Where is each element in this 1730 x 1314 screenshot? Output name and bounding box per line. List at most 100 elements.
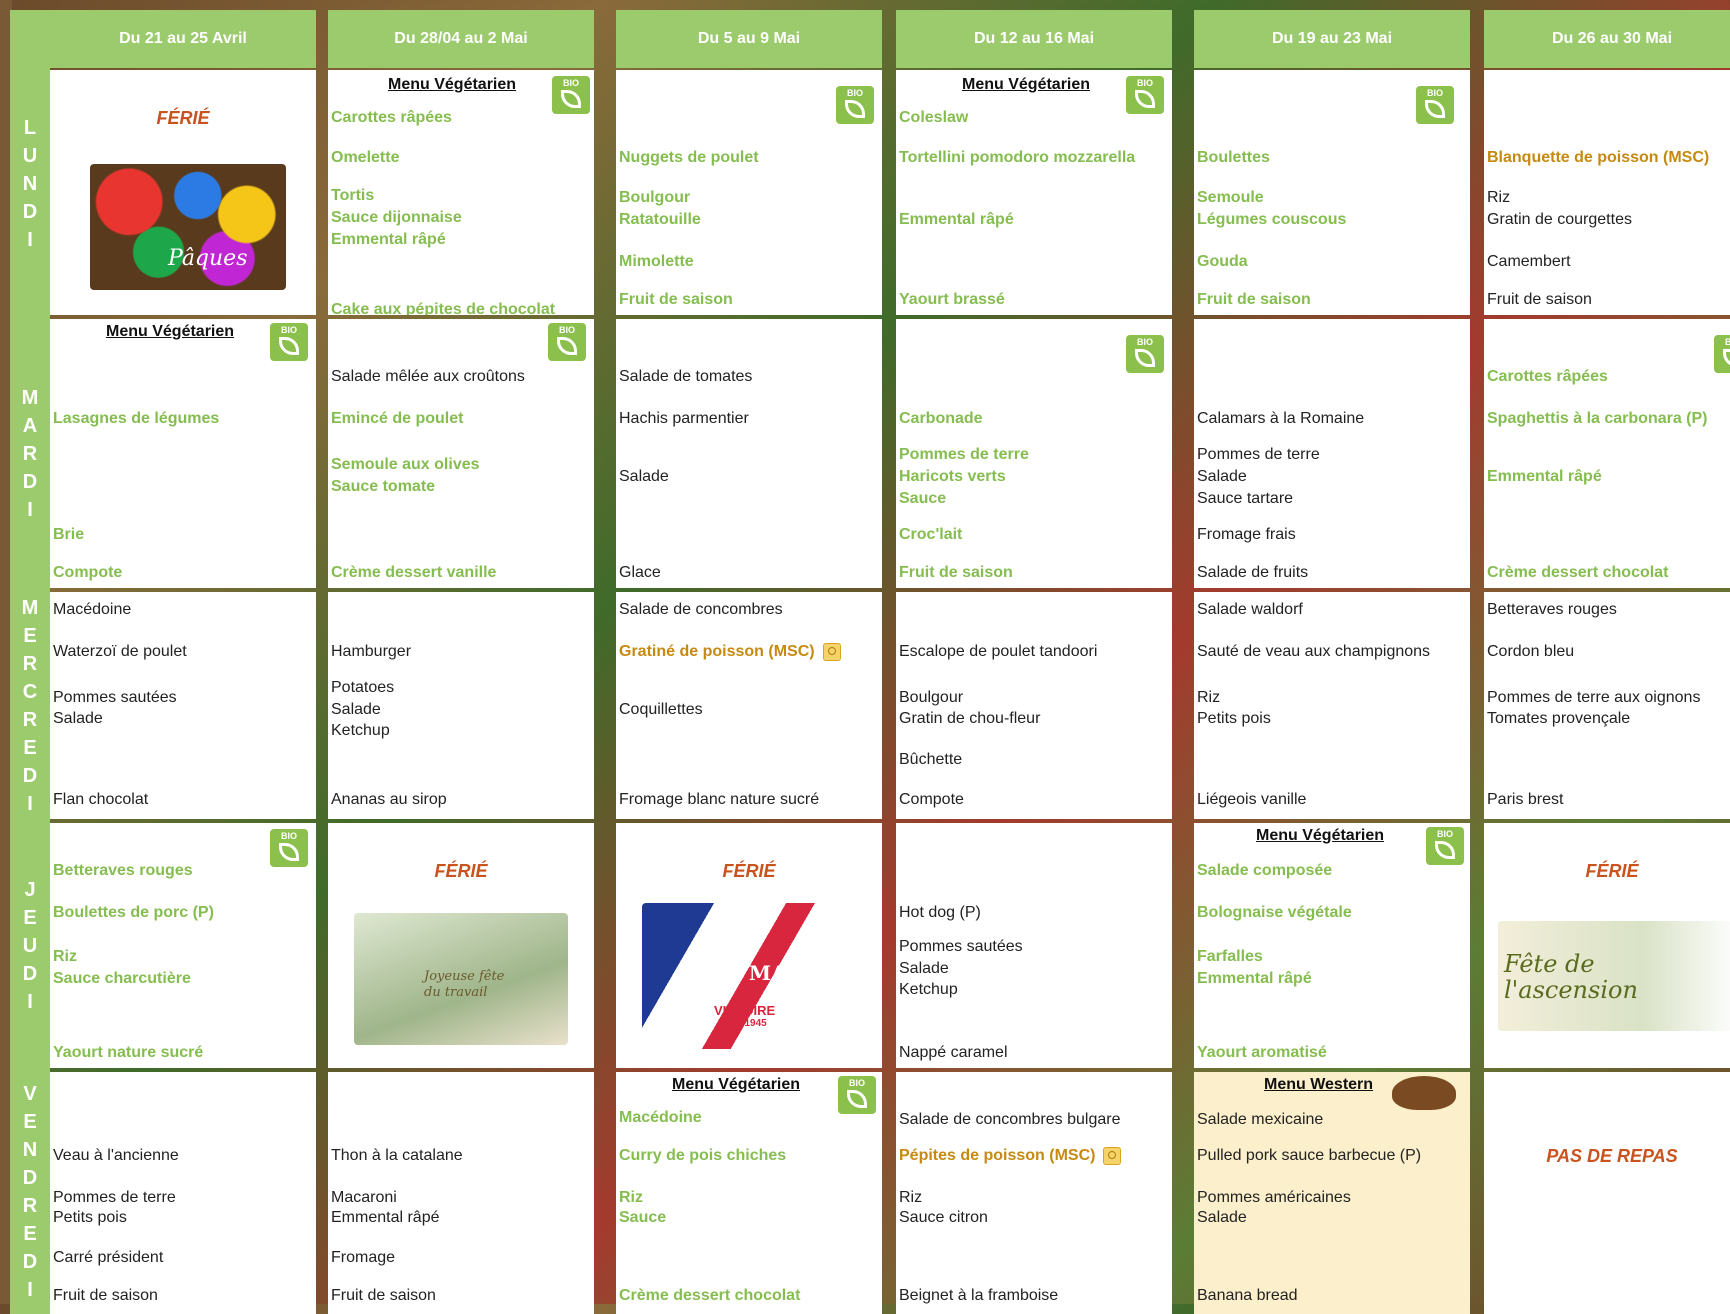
menu-item: Salade mexicaine [1197, 1111, 1324, 1128]
menu-item: Salade de tomates [619, 368, 753, 385]
cell-mercredi-w1: Macédoine Waterzoï de poulet Pommes saut… [50, 592, 316, 819]
muguet-label: Joyeuse fête du travail [424, 969, 505, 1000]
paques-label: Pâques [168, 246, 248, 271]
menu-vegetarien-title: Menu Végétarien [962, 76, 1091, 93]
menu-item: Emmental râpé [1487, 468, 1602, 485]
menu-item: Pommes sautées [899, 938, 1023, 955]
victoire-date: 8 MAI [728, 961, 796, 985]
menu-item: Fruit de saison [899, 564, 1013, 581]
menu-item: Fromage blanc nature sucré [619, 791, 820, 808]
menu-item: Salade [53, 710, 103, 727]
menu-item: Salade [1197, 468, 1247, 485]
cell-mardi-w6: BIO Carottes râpées Spaghettis à la carb… [1484, 319, 1730, 588]
menu-item: Thon à la catalane [331, 1147, 463, 1164]
menu-vegetarien-title: Menu Végétarien [106, 323, 235, 340]
menu-item: Gratin de courgettes [1487, 211, 1632, 228]
menu-item-label: Pépites de poisson (MSC) [899, 1147, 1096, 1164]
bio-icon: BIO [1426, 827, 1464, 865]
menu-item: Carottes râpées [331, 109, 452, 126]
week-header-6: Du 26 au 30 Mai [1484, 10, 1730, 68]
menu-item: Nappé caramel [899, 1044, 1008, 1061]
cell-jeudi-w6: FÉRIÉ Fête de l'ascension [1484, 823, 1730, 1068]
menu-item: Salade de concombres bulgare [899, 1111, 1121, 1128]
menu-item: Semoule [1197, 189, 1264, 206]
menu-item: Salade composée [1197, 862, 1333, 879]
menu-item: Yaourt nature sucré [53, 1044, 204, 1061]
bio-icon: BIO [1714, 335, 1730, 373]
cell-vendredi-w1: Veau à l'ancienne Pommes de terre Petits… [50, 1072, 316, 1314]
paques-image: Pâques [90, 164, 286, 290]
cell-vendredi-w4: Salade de concombres bulgare Pépites de … [896, 1072, 1172, 1314]
cell-jeudi-w1: BIO Betteraves rouges Boulettes de porc … [50, 823, 316, 1068]
bio-icon: BIO [836, 86, 874, 124]
menu-item: Potatoes [331, 679, 395, 696]
menu-item: Ratatouille [619, 211, 701, 228]
menu-item: Légumes couscous [1197, 211, 1347, 228]
week-header-2: Du 28/04 au 2 Mai [328, 10, 594, 68]
fete-du-travail-image: Joyeuse fête du travail [354, 913, 568, 1045]
cell-vendredi-w6: PAS DE REPAS [1484, 1072, 1730, 1314]
cell-vendredi-w3: Menu Végétarien BIO Macédoine Curry de p… [616, 1072, 882, 1314]
menu-item: Fruit de saison [331, 1287, 436, 1304]
menu-item: Salade [1197, 1209, 1247, 1226]
menu-item: Crème dessert chocolat [1487, 564, 1669, 581]
menu-item: Fruit de saison [619, 291, 733, 308]
day-label-jeudi: JEUDI [10, 821, 50, 1070]
menu-item: Farfalles [1197, 948, 1263, 965]
menu-item: Salade [619, 468, 669, 485]
menu-item: Sauté de veau aux champignons [1197, 643, 1431, 660]
menu-item: Fruit de saison [1487, 291, 1592, 308]
menu-item: Omelette [331, 149, 400, 166]
cell-lundi-w5: BIO Boulettes Semoule Légumes couscous G… [1194, 70, 1470, 315]
menu-item: Yaourt brassé [899, 291, 1005, 308]
menu-item: Ketchup [899, 981, 958, 998]
menu-item: Boulettes [1197, 149, 1270, 166]
menu-item: Salade de fruits [1197, 564, 1309, 581]
menu-item: Lasagnes de légumes [53, 410, 220, 427]
week-header-1: Du 21 au 25 Avril [50, 10, 316, 68]
bio-icon: BIO [1416, 86, 1454, 124]
menu-item: Macédoine [53, 601, 132, 618]
menu-item: Liégeois vanille [1197, 791, 1307, 808]
menu-item: Bûchette [899, 751, 963, 768]
menu-item: Boulettes de porc (P) [53, 904, 214, 921]
menu-item: Gratin de chou-fleur [899, 710, 1041, 727]
day-label-vendredi: VENDREDI [10, 1070, 50, 1314]
cell-mercredi-w6: Betteraves rouges Cordon bleu Pommes de … [1484, 592, 1730, 819]
menu-item: Salade waldorf [1197, 601, 1303, 618]
menu-item: Emmental râpé [331, 1209, 440, 1226]
bio-icon: BIO [552, 76, 590, 114]
menu-item: Tortis [331, 187, 375, 204]
menu-item: Flan chocolat [53, 791, 149, 808]
menu-item: Veau à l'ancienne [53, 1147, 179, 1164]
menu-item: Banana bread [1197, 1287, 1298, 1304]
menu-western-title: Menu Western [1264, 1076, 1374, 1093]
menu-item: Riz [1487, 189, 1511, 206]
menu-item: Sauce tartare [1197, 490, 1294, 507]
menu-item: Tortellini pomodoro mozzarella [899, 149, 1136, 166]
bio-icon: BIO [1126, 335, 1164, 373]
day-label-lundi: LUNDI [10, 10, 50, 317]
menu-item: Pommes de terre [899, 446, 1029, 463]
ascension-label: Fête de l'ascension [1504, 950, 1638, 1004]
menu-vegetarien-title: Menu Végétarien [1256, 827, 1385, 844]
msc-label-icon [822, 642, 841, 661]
cell-jeudi-w3: FÉRIÉ 8 MAI VICTOIRE de 1945 [616, 823, 882, 1068]
menu-item: Spaghettis à la carbonara (P) [1487, 410, 1708, 427]
ferie-label: FÉRIÉ [156, 108, 210, 128]
menu-item: Pommes de terre [1197, 446, 1320, 463]
menu-item: Haricots verts [899, 468, 1006, 485]
menu-item: Glace [619, 564, 661, 581]
menu-item: Emmental râpé [331, 231, 446, 248]
cell-jeudi-w5: Menu Végétarien BIO Salade composée Bolo… [1194, 823, 1470, 1068]
menu-item: Emmental râpé [899, 211, 1014, 228]
victoire-label: VICTOIRE [714, 1003, 776, 1018]
victoire-year: de 1945 [730, 1018, 767, 1029]
bio-icon: BIO [838, 1076, 876, 1114]
bio-icon: BIO [270, 829, 308, 867]
menu-item: Riz [899, 1189, 923, 1206]
menu-vegetarien-title: Menu Végétarien [672, 1076, 801, 1093]
week-header-5: Du 19 au 23 Mai [1194, 10, 1470, 68]
menu-item: Fruit de saison [1197, 291, 1311, 308]
menu-item: Riz [1197, 689, 1221, 706]
